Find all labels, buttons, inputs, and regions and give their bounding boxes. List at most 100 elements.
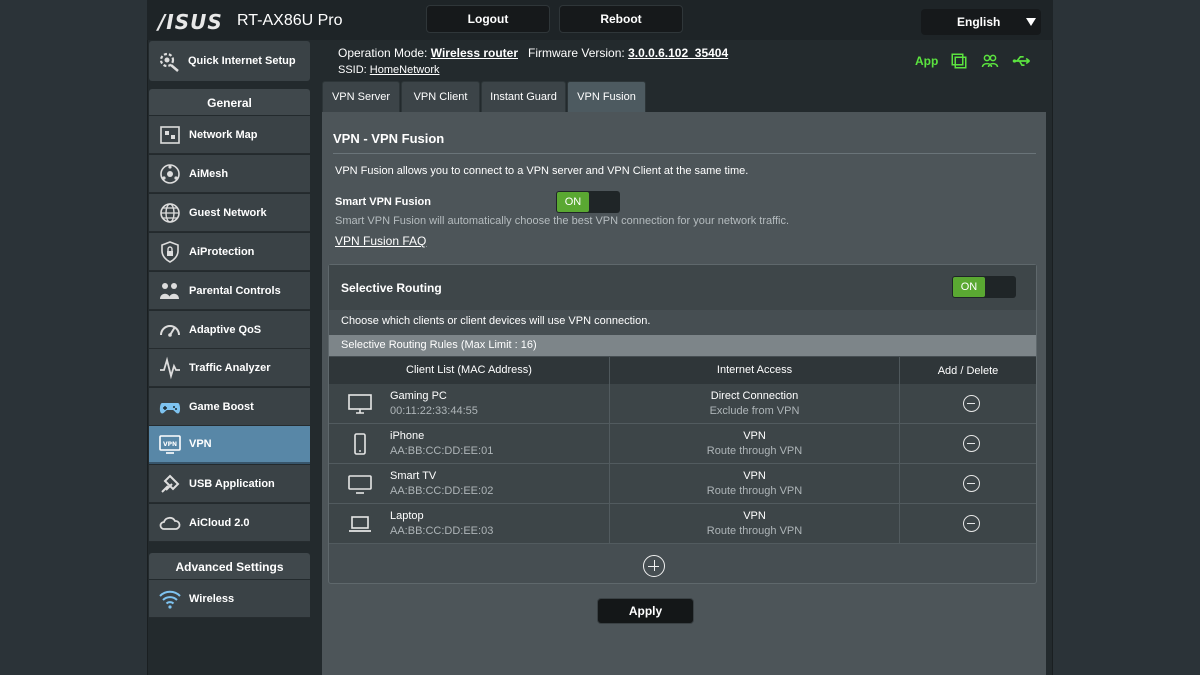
sidebar-item-label: AiMesh xyxy=(189,167,229,180)
tab-vpn-server[interactable]: VPN Server xyxy=(322,81,400,112)
table-row: Laptop AA:BB:CC:DD:EE:03 VPN Route throu… xyxy=(329,504,1036,544)
tab-vpn-fusion[interactable]: VPN Fusion xyxy=(567,81,646,112)
usb-icon[interactable] xyxy=(1012,53,1032,69)
users-icon[interactable] xyxy=(980,52,1000,70)
delete-rule-button[interactable] xyxy=(963,475,980,492)
sidebar-item-game-boost[interactable]: Game Boost xyxy=(149,388,310,426)
ssid-link[interactable]: HomeNetwork xyxy=(370,64,440,76)
column-client-list: Client List (MAC Address) xyxy=(329,357,610,384)
sidebar-item-label: Adaptive QoS xyxy=(189,323,262,336)
access-description: Exclude from VPN xyxy=(709,405,800,417)
delete-rule-button[interactable] xyxy=(963,515,980,532)
access-value: Direct Connection xyxy=(710,390,799,402)
client-cell: Smart TV AA:BB:CC:DD:EE:02 xyxy=(329,464,610,504)
access-cell: VPN Route through VPN xyxy=(610,504,900,544)
sidebar-item-aimesh[interactable]: AiMesh xyxy=(149,155,310,193)
family-icon xyxy=(160,282,179,299)
sidebar-item-label: VPN xyxy=(189,438,212,450)
access-value: VPN xyxy=(743,430,766,442)
page-title: VPN - VPN Fusion xyxy=(333,131,445,146)
wifi-icon xyxy=(159,590,181,609)
globe-icon xyxy=(160,202,180,223)
reboot-button[interactable]: Reboot xyxy=(559,5,683,33)
client-name: Gaming PC xyxy=(390,390,447,402)
vpn-icon: VPN xyxy=(159,435,181,454)
add-rule-button[interactable] xyxy=(643,555,665,577)
client-mac: AA:BB:CC:DD:EE:03 xyxy=(390,525,494,537)
client-cell: Gaming PC 00:11:22:33:44:55 xyxy=(329,384,610,424)
selective-routing-toggle[interactable]: ON xyxy=(952,276,1016,298)
client-name: iPhone xyxy=(390,430,425,442)
logout-button[interactable]: Logout xyxy=(426,5,550,33)
firmware-label: Firmware Version: xyxy=(528,46,625,60)
asus-logo: /ISUS xyxy=(158,10,223,34)
wand-gear-icon xyxy=(159,52,179,72)
access-cell: Direct Connection Exclude from VPN xyxy=(610,384,900,424)
client-mac: AA:BB:CC:DD:EE:02 xyxy=(390,485,494,497)
tab-instant-guard[interactable]: Instant Guard xyxy=(481,81,566,112)
sidebar-item-wireless[interactable]: Wireless xyxy=(149,580,310,618)
ssid-info: SSID: HomeNetwork xyxy=(338,64,439,76)
sidebar-item-traffic-analyzer[interactable]: Traffic Analyzer xyxy=(149,349,310,387)
access-description: Route through VPN xyxy=(706,525,803,537)
vpn-fusion-faq-link[interactable]: VPN Fusion FAQ xyxy=(335,234,426,248)
selective-routing-rules-bar: Selective Routing Rules (Max Limit : 16) xyxy=(329,335,1036,356)
svg-text:VPN: VPN xyxy=(163,441,177,448)
sidebar-item-label: Game Boost xyxy=(189,400,254,413)
smart-vpn-fusion-label: Smart VPN Fusion xyxy=(335,196,431,208)
sidebar-item-guest-network[interactable]: Guest Network xyxy=(149,194,310,232)
shield-lock-icon xyxy=(161,240,179,263)
client-mac: 00:11:22:33:44:55 xyxy=(390,405,478,417)
table-row: Smart TV AA:BB:CC:DD:EE:02 VPN Route thr… xyxy=(329,464,1036,504)
sidebar-item-adaptive-qos[interactable]: Adaptive QoS xyxy=(149,311,310,349)
column-internet-access: Internet Access xyxy=(610,357,900,384)
access-description: Route through VPN xyxy=(706,445,803,457)
access-value: VPN xyxy=(743,470,766,482)
quick-internet-setup[interactable]: Quick Internet Setup xyxy=(149,41,310,81)
action-cell xyxy=(900,424,1036,464)
sidebar-item-label: USB Application xyxy=(189,477,275,490)
sidebar-item-usb-application[interactable]: USB Application xyxy=(149,465,310,503)
ssid-label: SSID: xyxy=(338,64,367,76)
action-cell xyxy=(900,384,1036,424)
toggle-on-label: ON xyxy=(557,192,589,212)
sidebar-item-label: Wireless xyxy=(189,592,235,605)
windows-icon[interactable] xyxy=(950,52,968,70)
aimesh-icon xyxy=(160,163,180,184)
general-header: General xyxy=(149,89,310,115)
sidebar-item-label: Network Map xyxy=(189,128,258,141)
tv-icon xyxy=(348,475,372,494)
selective-routing-description: Choose which clients or client devices w… xyxy=(341,315,651,327)
language-select[interactable]: English xyxy=(921,9,1041,35)
smart-vpn-fusion-toggle[interactable]: ON xyxy=(556,191,620,213)
cloud-icon xyxy=(159,516,181,530)
sidebar-item-parental-controls[interactable]: Parental Controls xyxy=(149,272,310,310)
access-value: VPN xyxy=(743,510,766,522)
operation-info: Operation Mode: Wireless router Firmware… xyxy=(338,46,728,60)
action-cell xyxy=(900,504,1036,544)
status-icons: App xyxy=(915,52,1032,70)
quick-internet-setup-label: Quick Internet Setup xyxy=(188,54,296,67)
delete-rule-button[interactable] xyxy=(963,395,980,412)
client-name: Laptop xyxy=(390,510,424,522)
sidebar-item-label: Traffic Analyzer xyxy=(189,361,271,374)
laptop-icon xyxy=(349,516,371,532)
apply-button[interactable]: Apply xyxy=(597,598,694,624)
sidebar-item-aicloud[interactable]: AiCloud 2.0 xyxy=(149,504,310,542)
operation-mode-link[interactable]: Wireless router xyxy=(431,46,518,60)
model-name: RT-AX86U Pro xyxy=(237,12,343,29)
tab-vpn-client[interactable]: VPN Client xyxy=(401,81,480,112)
selective-routing-label: Selective Routing xyxy=(341,281,442,295)
firmware-link[interactable]: 3.0.0.6.102_35404 xyxy=(628,46,728,60)
column-add-delete: Add / Delete xyxy=(937,365,999,377)
language-value: English xyxy=(957,15,1001,29)
sidebar-item-label: Parental Controls xyxy=(189,284,281,297)
usb-puzzle-icon xyxy=(161,474,180,493)
app-link[interactable]: App xyxy=(915,54,938,68)
access-cell: VPN Route through VPN xyxy=(610,424,900,464)
sidebar-item-vpn[interactable]: VPN VPN xyxy=(149,426,310,464)
sidebar-item-aiprotection[interactable]: AiProtection xyxy=(149,233,310,271)
table-row: iPhone AA:BB:CC:DD:EE:01 VPN Route throu… xyxy=(329,424,1036,464)
sidebar-item-network-map[interactable]: Network Map xyxy=(149,116,310,154)
delete-rule-button[interactable] xyxy=(963,435,980,452)
